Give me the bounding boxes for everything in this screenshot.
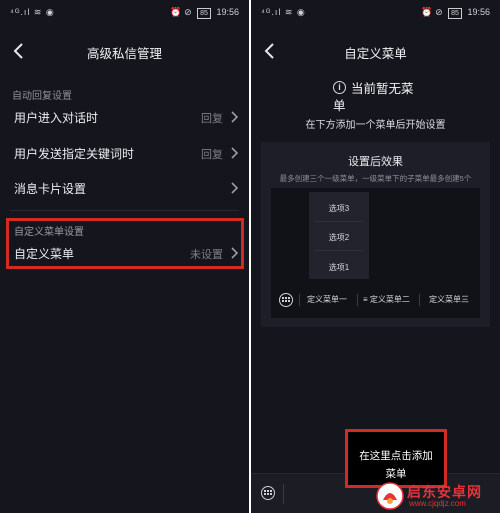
add-menu-label: 在这里点击添加 菜单	[359, 450, 433, 480]
submenu-item: 选项1	[328, 263, 350, 272]
preview-menu-item: 定义菜单三	[429, 295, 469, 304]
preview-menu-item: ≡ 定义菜单二	[363, 295, 410, 304]
status-bar: ⁴ᴳ.ıl ≋ ◉ ⏰ ⊘ 85 19:56	[0, 0, 249, 24]
nav-bar: 自定义菜单	[251, 32, 500, 70]
submenu-popup: 选项3 选项2 选项1	[309, 192, 369, 279]
chevron-right-icon	[231, 182, 238, 194]
watermark-url: www.cjqdjz.com	[409, 499, 466, 508]
status-time: 19:56	[467, 7, 490, 17]
preview-menu-item: 定义菜单一	[307, 295, 347, 304]
menu-separator	[357, 294, 358, 306]
section-divider	[10, 210, 239, 211]
row-value: 回复	[201, 149, 223, 161]
signal-indicators: ⁴ᴳ.ıl ≋ ◉	[261, 7, 306, 17]
submenu-item: 选项2	[328, 233, 350, 242]
nav-bar: 高级私信管理	[0, 32, 249, 70]
empty-state-description: 在下方添加一个菜单后开始设置	[305, 120, 446, 131]
empty-state-title-wrap: 单	[333, 99, 346, 113]
chevron-right-icon	[231, 111, 238, 123]
bottom-separator	[283, 484, 284, 504]
empty-state-title: 当前暂无菜	[351, 82, 414, 96]
status-bar: ⁴ᴳ.ıl ≋ ◉ ⏰ ⊘ 85 19:56	[251, 0, 500, 24]
highlight-box	[6, 218, 244, 269]
page-title: 高级私信管理	[86, 47, 162, 61]
preview-screen: 选项3 选项2 选项1 定义菜单一 ≡ 定义菜单二 定义菜单三	[271, 188, 480, 318]
status-icons: ⏰ ⊘	[170, 7, 192, 17]
watermark-logo-icon	[376, 482, 404, 510]
row-message-card[interactable]: 消息卡片设置	[0, 171, 249, 205]
watermark: 启东安卓网 www.cjqdjz.com	[376, 481, 494, 511]
row-label: 用户进入对话时	[14, 111, 99, 125]
status-time: 19:56	[216, 7, 239, 17]
keyboard-icon	[279, 293, 293, 307]
signal-indicators: ⁴ᴳ.ıl ≋ ◉	[10, 7, 55, 17]
menu-separator	[419, 294, 420, 306]
submenu-item: 选项3	[328, 204, 350, 213]
preview-title: 设置后效果	[348, 156, 403, 168]
preview-note: 最多创建三个一级菜单，一级菜单下的子菜单最多创建5个	[279, 174, 472, 183]
keyboard-icon[interactable]	[261, 486, 275, 500]
add-menu-button[interactable]: 在这里点击添加 菜单	[345, 429, 447, 488]
submenu-divider	[315, 250, 363, 251]
status-icons: ⏰ ⊘	[421, 7, 443, 17]
row-enter-conversation[interactable]: 用户进入对话时 回复	[0, 100, 249, 134]
page-title: 自定义菜单	[344, 47, 407, 61]
battery-icon: 85	[448, 8, 462, 19]
status-right: ⏰ ⊘ 85 19:56	[421, 7, 490, 19]
row-label: 用户发送指定关键词时	[14, 147, 135, 161]
preview-card: 设置后效果 最多创建三个一级菜单，一级菜单下的子菜单最多创建5个 选项3 选项2…	[261, 142, 490, 327]
row-label: 消息卡片设置	[14, 182, 87, 196]
left-screen: ⁴ᴳ.ıl ≋ ◉ ⏰ ⊘ 85 19:56 高级私信管理 自动回复设置 用户进…	[0, 0, 249, 513]
menu-separator	[299, 294, 300, 306]
right-screen: ⁴ᴳ.ıl ≋ ◉ ⏰ ⊘ 85 19:56 自定义菜单 i 当前暂无菜 单 在…	[251, 0, 500, 513]
row-value: 回复	[201, 113, 223, 125]
battery-icon: 85	[197, 8, 211, 19]
preview-menu-bar: 定义菜单一 ≡ 定义菜单二 定义菜单三	[271, 288, 480, 312]
status-right: ⏰ ⊘ 85 19:56	[170, 7, 239, 19]
row-keyword-trigger[interactable]: 用户发送指定关键词时 回复	[0, 136, 249, 170]
submenu-divider	[315, 221, 363, 222]
info-icon: i	[333, 81, 346, 94]
chevron-right-icon	[231, 147, 238, 159]
